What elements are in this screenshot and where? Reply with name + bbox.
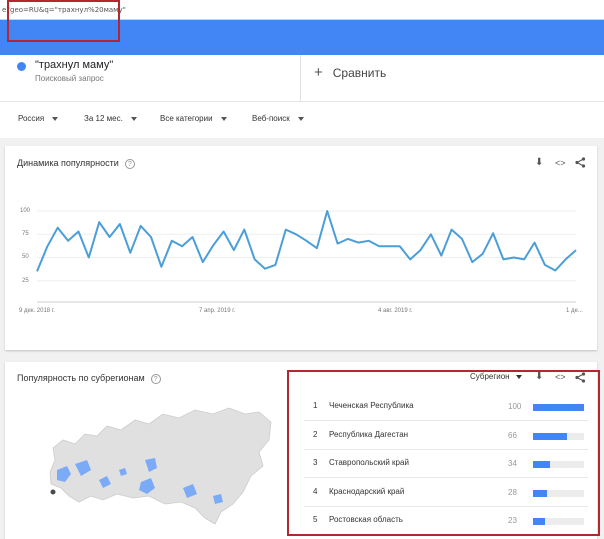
interest-by-subregion-title-text: Популярность по субрегионам [17, 373, 145, 383]
x-tick-label: 7 апр. 2019 г. [199, 308, 236, 314]
russia-map[interactable] [45, 400, 275, 535]
subregion-list-highlight [287, 370, 600, 536]
series-line-0[interactable] [36, 210, 577, 272]
x-tick-label: 4 авг. 2019 г. [378, 308, 413, 314]
interest-by-subregion-title: Популярность по субрегионам? [17, 373, 161, 384]
map-marker [50, 489, 56, 495]
x-tick-label: 1 де... [566, 308, 583, 314]
help-icon[interactable]: ? [150, 373, 161, 384]
x-tick-label: 9 дек. 2018 г. [19, 308, 55, 314]
